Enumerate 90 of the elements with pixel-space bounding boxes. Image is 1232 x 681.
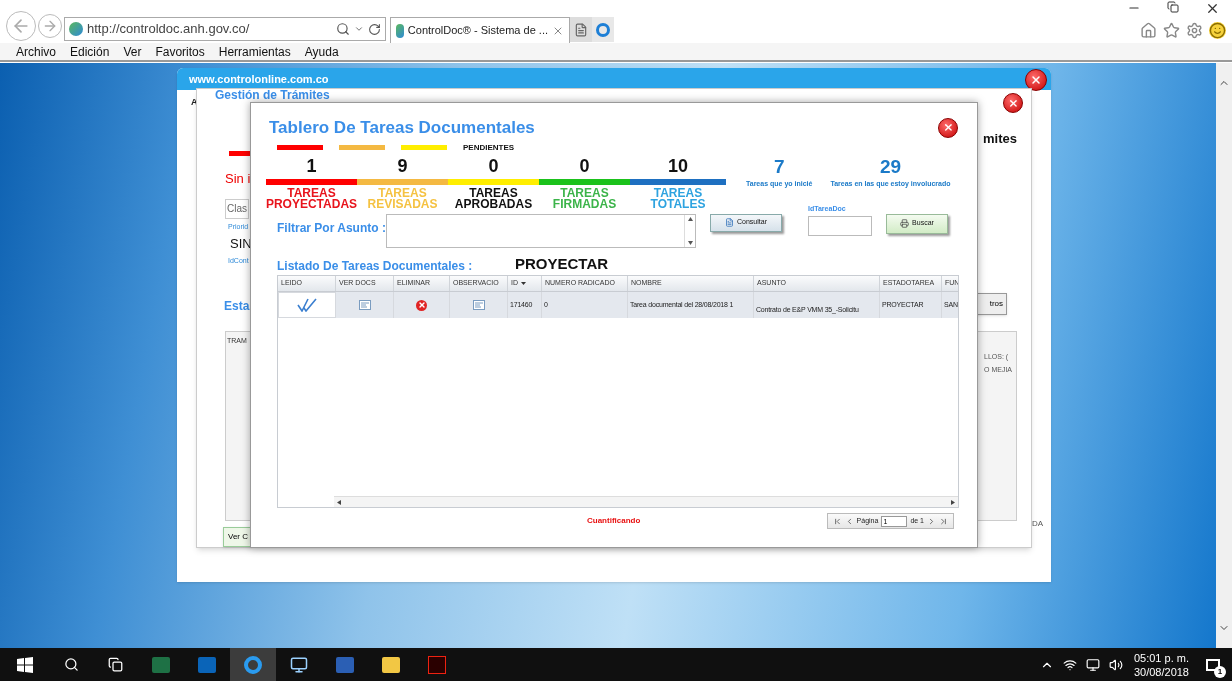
menu-item[interactable]: Ver	[123, 42, 142, 61]
document-icon[interactable]	[472, 300, 485, 310]
document-icon[interactable]	[358, 300, 371, 310]
browser-logo-icon	[596, 22, 610, 37]
close-button[interactable]	[1003, 93, 1023, 113]
menu-item[interactable]: Ayuda	[304, 42, 339, 61]
printer-icon	[900, 219, 910, 228]
address-bar[interactable]: http://controldoc.anh.gov.co/	[64, 17, 386, 41]
id-input[interactable]	[808, 216, 872, 236]
windows-logo-icon[interactable]	[17, 656, 33, 673]
time-text: 05:01 p. m.	[1133, 650, 1189, 665]
list-title: Listado De Tareas Documentales :	[277, 258, 474, 275]
close-button[interactable]	[938, 117, 958, 138]
counter-label: TAREAS APROBADAS	[454, 187, 533, 210]
close-icon	[1030, 74, 1042, 86]
pdf-app-icon[interactable]	[428, 655, 446, 674]
scroll-right-icon[interactable]	[951, 499, 955, 505]
smiley-icon[interactable]	[1209, 22, 1226, 39]
mail-app-icon[interactable]	[198, 656, 216, 673]
menu-item[interactable]: Herramientas	[218, 42, 291, 61]
notification-count: 1	[1214, 665, 1226, 678]
search-icon[interactable]	[63, 657, 79, 672]
field-text: Esta	[224, 298, 250, 315]
forward-arrow-icon	[42, 18, 58, 34]
folder-app-icon[interactable]	[382, 656, 400, 673]
counter-label: TAREAS FIRMADAS	[552, 187, 617, 210]
menu-item[interactable]: Archivo	[16, 42, 56, 61]
favorites-icon[interactable]	[1163, 22, 1180, 39]
counter-value: 9	[397, 154, 408, 178]
first-page-icon[interactable]	[832, 516, 842, 526]
site-icon	[396, 23, 404, 38]
volume-icon[interactable]	[1108, 657, 1123, 672]
field-text: Sin i	[225, 170, 251, 188]
network-icon[interactable]	[1062, 657, 1077, 672]
close-icon	[942, 122, 954, 134]
input-field[interactable]: Clas	[225, 199, 249, 219]
menu-item[interactable]: Edición	[70, 42, 110, 61]
last-page-icon[interactable]	[939, 516, 948, 526]
horizontal-scrollbar[interactable]	[334, 496, 958, 507]
dialog-title: Tablero De Tareas Documentales	[269, 117, 535, 139]
browser-tab[interactable]: ControlDoc® - Sistema de ...	[390, 17, 570, 43]
stat-value: 29	[879, 154, 901, 179]
settings-icon[interactable]	[1186, 22, 1203, 39]
close-icon[interactable]	[1205, 1, 1220, 16]
filter-label: Filtrar Por Asunto :	[277, 219, 386, 237]
stat-value: 7	[773, 154, 785, 179]
task-view-icon[interactable]	[107, 657, 123, 672]
status-text: Cuantificando	[587, 515, 641, 527]
restore-icon[interactable]	[1167, 1, 1179, 13]
display-icon[interactable]	[1085, 657, 1100, 672]
computer-app-icon[interactable]	[290, 655, 308, 674]
tab-title: ControlDoc® - Sistema de ...	[407, 23, 548, 39]
counter-label: TAREAS PROYECTADAS	[265, 187, 358, 210]
side-text: DA	[1032, 518, 1044, 530]
spreadsheet-app-icon[interactable]	[152, 656, 170, 673]
counter-value: 0	[579, 154, 590, 178]
dropdown-icon[interactable]	[354, 24, 364, 34]
heading-text: mites	[983, 130, 1017, 148]
window-title: Gestión de Trámites	[215, 89, 330, 102]
counter-value: 10	[668, 154, 688, 178]
scroll-down-icon[interactable]	[687, 240, 693, 245]
list-state: PROYECTAR	[515, 253, 609, 274]
document-icon	[725, 218, 734, 227]
site-icon	[69, 22, 83, 36]
new-page-icon	[574, 22, 588, 37]
home-icon[interactable]	[1140, 22, 1157, 39]
menu-item[interactable]: Favoritos	[155, 42, 205, 61]
new-tab-button[interactable]	[570, 17, 592, 42]
scroll-up-icon[interactable]	[687, 216, 693, 221]
date-text: 30/08/2018	[1133, 664, 1189, 679]
clock[interactable]: 05:01 p. m. 30/08/2018	[1131, 650, 1191, 679]
refresh-icon[interactable]	[368, 22, 381, 36]
address-text: http://controldoc.anh.gov.co/	[87, 20, 250, 39]
counter-label: TAREAS REVISADAS	[367, 187, 438, 210]
view-button[interactable]: Ver C	[223, 527, 253, 547]
browser-app-icon	[244, 655, 262, 674]
browser-button[interactable]	[592, 17, 614, 42]
taskbar-button[interactable]	[230, 648, 276, 681]
counter-label: TAREAS TOTALES	[650, 187, 706, 210]
close-icon	[1007, 97, 1019, 109]
pending-label: PENDIENTES	[463, 141, 515, 154]
counter-value: 0	[488, 154, 499, 178]
scroll-left-icon[interactable]	[337, 499, 341, 505]
counter-value: 1	[306, 154, 317, 178]
next-page-icon[interactable]	[927, 516, 936, 526]
document-app-icon[interactable]	[336, 656, 354, 673]
sort-caret-icon[interactable]	[521, 282, 526, 285]
notification-button[interactable]: 1	[1200, 651, 1226, 678]
double-check-icon	[297, 298, 317, 312]
delete-icon[interactable]	[416, 299, 427, 311]
